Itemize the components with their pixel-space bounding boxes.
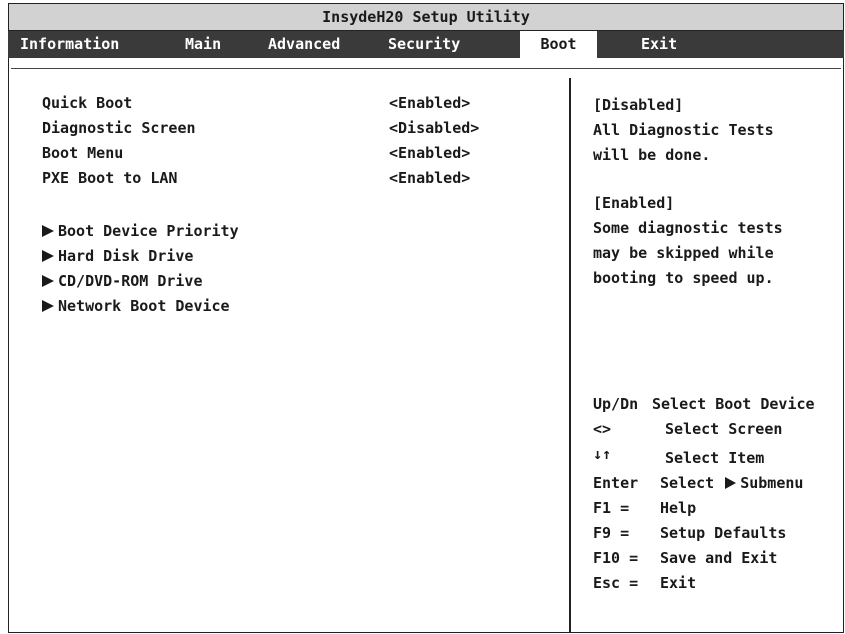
help-text: may be skipped while [593, 244, 774, 262]
key-name: Enter [593, 474, 639, 492]
setting-label: PXE Boot to LAN [42, 169, 178, 187]
submenu-arrow-icon [42, 250, 54, 262]
main-panel: Quick Boot <Enabled> Diagnostic Screen <… [8, 58, 844, 633]
submenu-arrow-icon [42, 225, 54, 237]
help-text: [Disabled] [593, 96, 684, 114]
key-description: Select Item [665, 449, 765, 467]
setting-value[interactable]: <Enabled> [389, 144, 470, 162]
submenu-label: Boot Device Priority [58, 222, 239, 240]
tab-security[interactable]: Security [388, 31, 460, 58]
submenu-network-boot-device[interactable]: Network Boot Device [42, 297, 230, 315]
submenu-label: Network Boot Device [58, 297, 230, 315]
key-name: F1 = [593, 499, 630, 517]
key-name: ↓↑ [593, 445, 612, 463]
key-description: Exit [660, 574, 697, 592]
submenu-boot-device-priority[interactable]: Boot Device Priority [42, 222, 239, 240]
bios-window: InsydeH20 Setup Utility Information Main… [8, 3, 844, 633]
key-description: Save and Exit [660, 549, 778, 567]
app-title: InsydeH20 Setup Utility [322, 8, 530, 26]
setting-value[interactable]: <Disabled> [389, 119, 479, 137]
key-description: Help [660, 499, 697, 517]
tab-advanced[interactable]: Advanced [268, 31, 340, 58]
key-description: Setup Defaults [660, 524, 787, 542]
setting-label: Diagnostic Screen [42, 119, 196, 137]
tab-information[interactable]: Information [20, 31, 119, 58]
help-text: [Enabled] [593, 194, 675, 212]
help-text: booting to speed up. [593, 269, 774, 287]
submenu-hard-disk-drive[interactable]: Hard Disk Drive [42, 247, 193, 265]
submenu-label: Hard Disk Drive [58, 247, 194, 265]
key-name: F9 = [593, 524, 630, 542]
setting-label: Quick Boot [42, 94, 133, 112]
tab-boot[interactable]: Boot [520, 31, 597, 58]
key-name: <> [593, 420, 612, 438]
setting-value[interactable]: <Enabled> [389, 94, 470, 112]
help-text: All Diagnostic Tests [593, 121, 774, 139]
tab-bar: Information Main Advanced Security Boot … [8, 31, 844, 58]
help-text: will be done. [593, 146, 711, 164]
key-description: Select Screen [665, 420, 783, 438]
key-description: Select Submenu [660, 474, 803, 492]
panel-divider [569, 78, 571, 633]
setting-value[interactable]: <Enabled> [389, 169, 470, 187]
submenu-arrow-icon [42, 300, 54, 312]
key-description-text: Select [660, 474, 715, 492]
tab-exit[interactable]: Exit [641, 31, 677, 58]
tab-main[interactable]: Main [185, 31, 221, 58]
submenu-cd-dvd-rom-drive[interactable]: CD/DVD-ROM Drive [42, 272, 203, 290]
title-bar: InsydeH20 Setup Utility [8, 3, 844, 31]
submenu-arrow-icon [42, 275, 54, 287]
submenu-label: CD/DVD-ROM Drive [58, 272, 203, 290]
key-name: Up/Dn [593, 395, 639, 413]
key-description: Select Boot Device [652, 395, 815, 413]
setting-label: Boot Menu [42, 144, 124, 162]
key-name: F10 = [593, 549, 639, 567]
key-name: Esc = [593, 574, 639, 592]
key-description-text: Submenu [740, 474, 804, 492]
help-text: Some diagnostic tests [593, 219, 783, 237]
submenu-arrow-icon [725, 477, 737, 489]
